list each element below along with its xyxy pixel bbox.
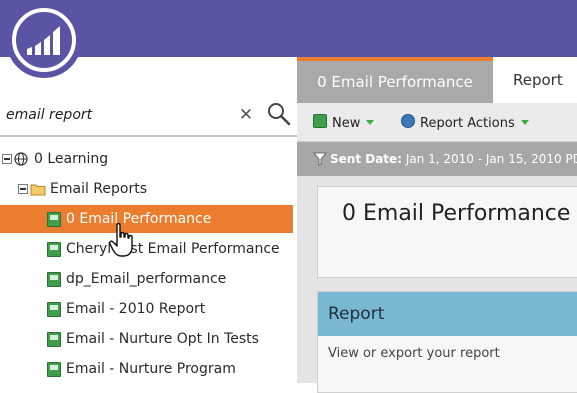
tree-item-label: Email Reports: [50, 181, 147, 197]
new-icon: [313, 114, 327, 128]
tree-item-label: dp_Email_performance: [66, 271, 227, 287]
tree-item-label: Cheryl Test Email Performance: [66, 241, 280, 257]
tree-item-learning[interactable]: 0 Learning: [0, 145, 293, 173]
filter-icon: [313, 152, 327, 166]
hand-cursor-icon: [109, 222, 133, 257]
report-icon: [47, 362, 61, 377]
report-icon: [47, 272, 61, 287]
tree-item-label: Email - Nurture Program: [66, 361, 236, 377]
tree-item-dp-email-performance[interactable]: dp_Email_performance: [0, 265, 293, 293]
collapse-icon[interactable]: [2, 154, 12, 164]
search-input[interactable]: [6, 104, 226, 126]
report-actions-icon: [401, 114, 415, 128]
tree-item-nurture-opt-in[interactable]: Email - Nurture Opt In Tests: [0, 325, 293, 353]
tree-item-label: Email - Nurture Opt In Tests: [66, 331, 259, 347]
report-icon: [47, 242, 61, 257]
report-card-description: View or export your report: [328, 346, 500, 361]
logo-icon[interactable]: [6, 2, 82, 78]
report-actions-label: Report Actions: [420, 116, 515, 131]
title-card: 0 Email Performance: [317, 186, 577, 278]
globe-icon: [14, 152, 28, 166]
dropdown-arrow-icon: [366, 120, 375, 125]
dropdown-arrow-icon: [520, 120, 529, 125]
tree-item-label: 0 Email Performance: [66, 211, 212, 227]
tab-report[interactable]: Report: [493, 57, 577, 103]
filter-bar[interactable]: Sent Date: Jan 1, 2010 - Jan 15, 2010 PD…: [297, 142, 577, 176]
filter-value: Jan 1, 2010 - Jan 15, 2010 PDT: [405, 152, 577, 166]
tree-item-label: Email - 2010 Report: [66, 301, 206, 317]
left-panel: ✕ 0 Learning Email Reports: [0, 57, 297, 383]
report-card-title: Report: [318, 292, 577, 336]
collapse-icon[interactable]: [18, 184, 28, 194]
report-card[interactable]: Report View or export your report: [317, 291, 577, 393]
clear-icon[interactable]: ✕: [236, 104, 256, 126]
toolbar: New Report Actions: [297, 103, 577, 142]
new-menu-button[interactable]: New: [313, 114, 375, 132]
report-icon: [47, 302, 61, 317]
folder-icon: [30, 184, 46, 196]
tree-item-0-email-performance[interactable]: 0 Email Performance: [0, 205, 293, 233]
filter-text: Sent Date: Jan 1, 2010 - Jan 15, 2010 PD…: [330, 142, 577, 176]
top-header: [0, 0, 577, 57]
page-title: 0 Email Performance: [342, 201, 571, 226]
tree-item-cheryl-test[interactable]: Cheryl Test Email Performance: [0, 235, 293, 263]
filter-label: Sent Date:: [330, 152, 402, 166]
tree-item-label: 0 Learning: [34, 151, 109, 167]
report-actions-menu-button[interactable]: Report Actions: [401, 114, 529, 132]
report-icon: [47, 332, 61, 347]
tab-bar: 0 Email Performance Report: [297, 57, 577, 103]
tab-email-performance[interactable]: 0 Email Performance: [297, 57, 493, 103]
tree-item-email-2010-report[interactable]: Email - 2010 Report: [0, 295, 293, 323]
tree-item-nurture-program[interactable]: Email - Nurture Program: [0, 355, 293, 383]
search-bar: ✕: [0, 96, 297, 137]
tree-item-email-reports[interactable]: Email Reports: [0, 175, 293, 203]
report-icon: [47, 212, 61, 227]
new-label: New: [332, 116, 361, 131]
search-icon[interactable]: [266, 101, 292, 127]
right-panel: 0 Email Performance Report New Report Ac…: [297, 57, 577, 393]
